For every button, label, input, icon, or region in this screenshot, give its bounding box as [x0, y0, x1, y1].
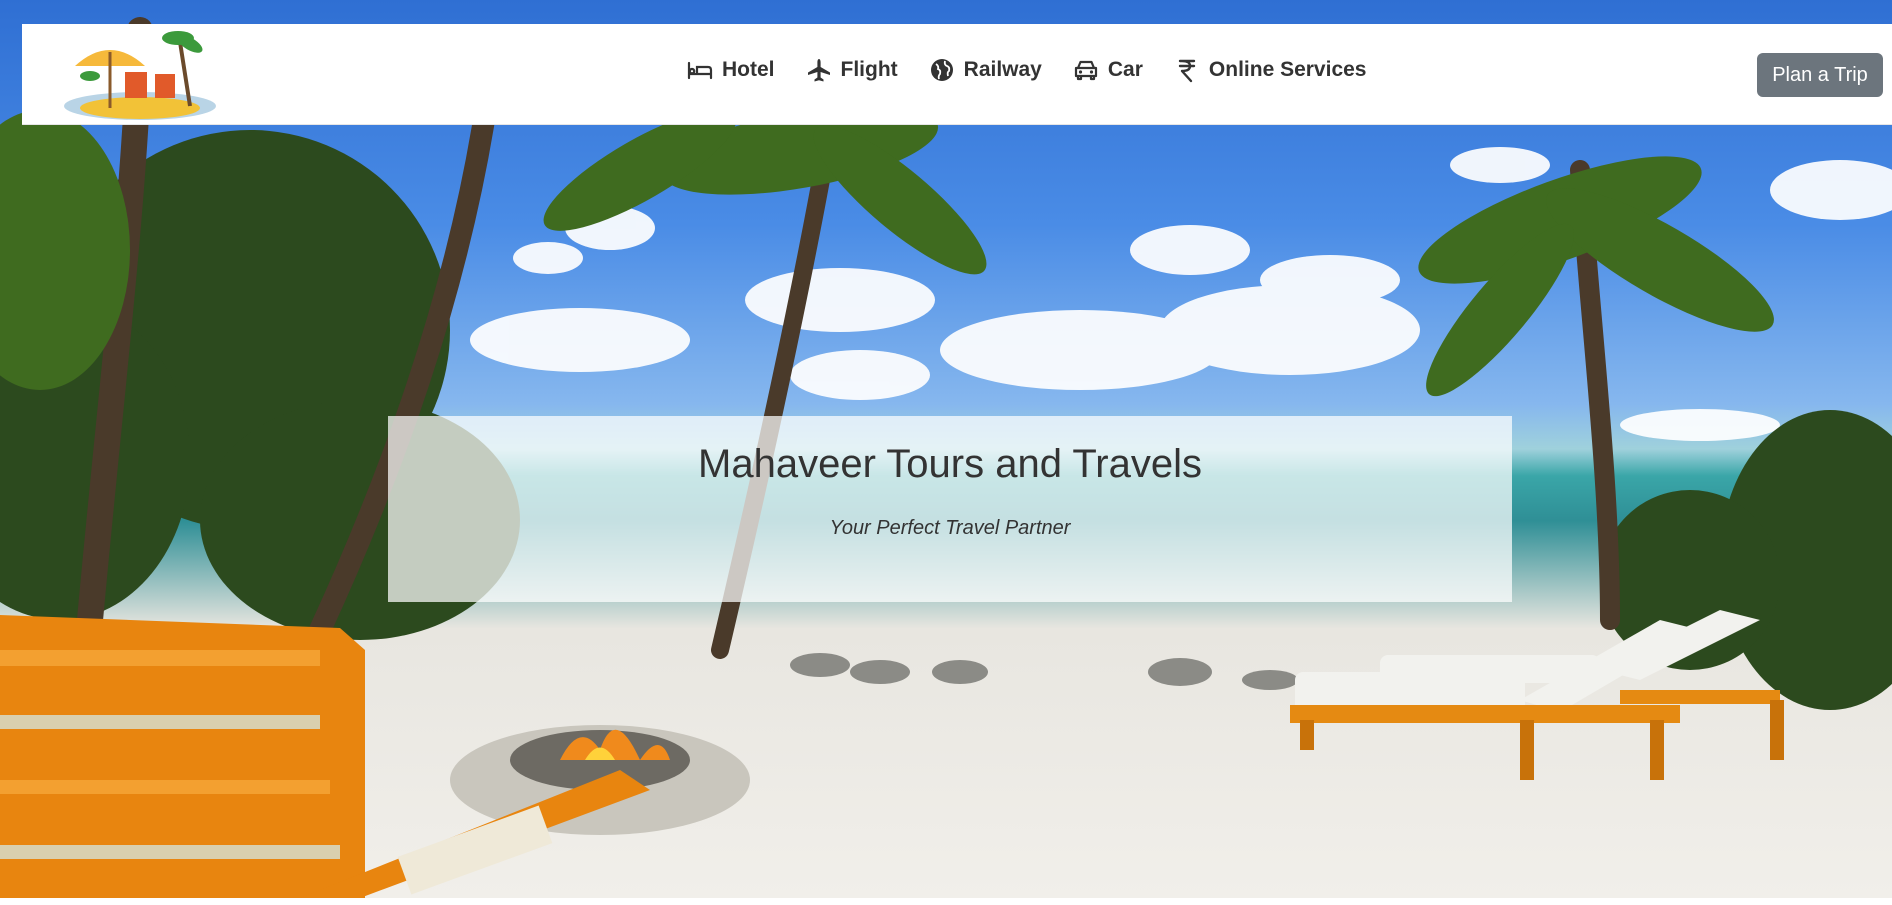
car-icon: [1074, 60, 1097, 81]
nav-car-label: Car: [1107, 58, 1143, 81]
globe-icon: [930, 59, 953, 81]
main-nav: Hotel Flight Railway Car Online Services: [686, 50, 1397, 90]
nav-online-services[interactable]: Online Services: [1173, 56, 1367, 84]
nav-online-services-label: Online Services: [1208, 58, 1367, 81]
nav-railway[interactable]: Railway: [928, 56, 1042, 84]
plan-a-trip-button[interactable]: Plan a Trip: [1757, 53, 1883, 97]
bed-icon: [687, 61, 713, 80]
nav-railway-label: Railway: [963, 58, 1042, 81]
top-navbar: Hotel Flight Railway Car Online Services…: [22, 24, 1892, 125]
hero-caption: Mahaveer Tours and Travels Your Perfect …: [388, 416, 1512, 602]
nav-hotel-label: Hotel: [722, 58, 775, 81]
nav-hotel[interactable]: Hotel: [686, 56, 775, 84]
rupee-icon: [1178, 59, 1196, 83]
beach-umbrella-logo[interactable]: [60, 24, 220, 124]
nav-car[interactable]: Car: [1072, 56, 1143, 84]
hero-title: Mahaveer Tours and Travels: [698, 442, 1202, 486]
hero-tagline: Your Perfect Travel Partner: [829, 517, 1071, 539]
airplane-icon: [807, 59, 830, 82]
nav-flight[interactable]: Flight: [805, 56, 898, 84]
nav-flight-label: Flight: [840, 58, 898, 81]
